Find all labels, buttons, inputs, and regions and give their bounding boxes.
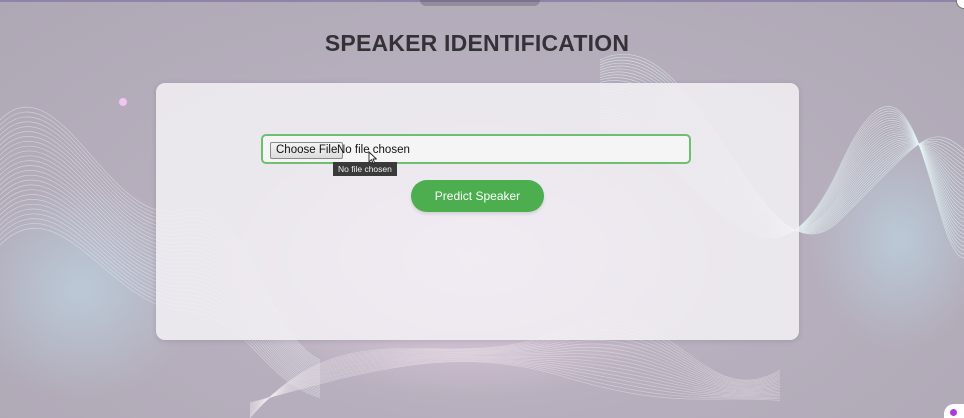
window-top-notch [420,0,540,6]
extension-badge-icon[interactable] [944,404,964,418]
file-input-tooltip: No file chosen [333,162,397,176]
upload-card: Choose File No file chosen No file chose… [156,83,799,340]
cursor-icon [368,151,377,165]
audio-file-input[interactable]: Choose File No file chosen [261,134,691,164]
choose-file-button[interactable]: Choose File [270,142,344,159]
predict-speaker-button[interactable]: Predict Speaker [411,180,544,212]
page-title: SPEAKER IDENTIFICATION [324,30,630,56]
